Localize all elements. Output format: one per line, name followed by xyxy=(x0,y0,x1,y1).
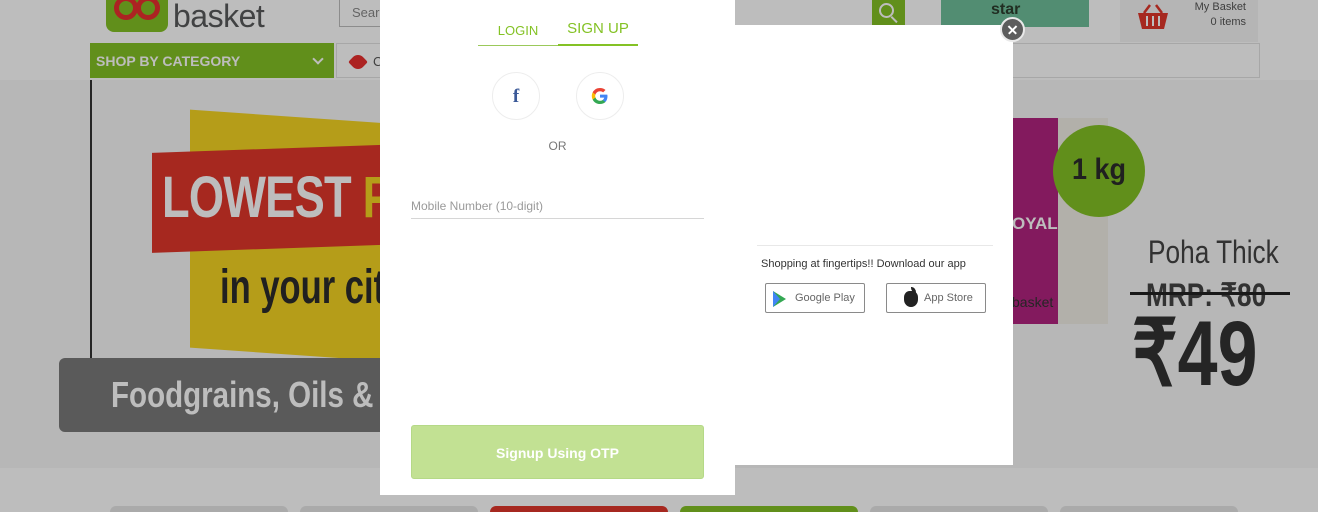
app-promo-text: Shopping at fingertips!! Download our ap… xyxy=(761,258,966,270)
mobile-number-input[interactable] xyxy=(411,193,704,219)
facebook-icon: f xyxy=(512,86,520,107)
tab-signup[interactable]: SIGN UP xyxy=(558,20,638,46)
signup-panel: LOGIN SIGN UP f G OR Signup Using OTP xyxy=(380,0,735,495)
close-button[interactable] xyxy=(1000,17,1025,42)
apple-icon xyxy=(904,291,918,307)
or-separator: OR xyxy=(548,139,567,153)
google-icon xyxy=(591,88,608,104)
divider xyxy=(757,245,993,246)
app-store-label: App Store xyxy=(924,292,973,304)
signup-otp-label: Signup Using OTP xyxy=(496,445,619,461)
app-store-button[interactable]: App Store xyxy=(886,283,986,313)
facebook-login-button[interactable]: f xyxy=(492,72,540,120)
app-download-panel: Shopping at fingertips!! Download our ap… xyxy=(735,25,1013,465)
google-login-button[interactable]: G xyxy=(576,72,624,120)
google-play-label: Google Play xyxy=(795,292,855,304)
google-play-button[interactable]: Google Play xyxy=(765,283,865,313)
signup-otp-button[interactable]: Signup Using OTP xyxy=(411,425,704,479)
tab-login[interactable]: LOGIN xyxy=(478,20,558,46)
